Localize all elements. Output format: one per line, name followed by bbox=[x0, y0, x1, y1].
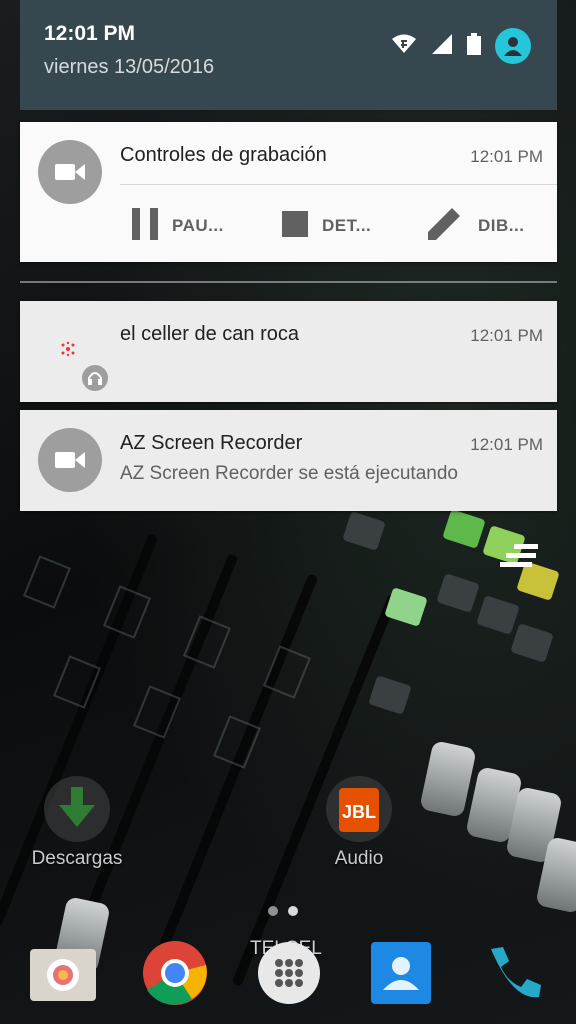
date: viernes 13/05/2016 bbox=[44, 56, 215, 78]
page-indicator bbox=[268, 906, 298, 916]
app-label: Descargas bbox=[31, 848, 123, 869]
app-label: Audio bbox=[334, 848, 384, 869]
video-camera-icon bbox=[38, 428, 102, 492]
camera-icon[interactable] bbox=[30, 940, 96, 1006]
notification-time: 12:01 PM bbox=[470, 435, 543, 454]
page-dot bbox=[268, 906, 278, 916]
user-avatar-icon[interactable] bbox=[495, 28, 531, 64]
video-camera-icon bbox=[38, 140, 102, 204]
pause-button[interactable]: PAU... bbox=[132, 204, 224, 248]
stop-label: DET... bbox=[322, 216, 372, 235]
battery-icon bbox=[467, 32, 481, 60]
divider bbox=[120, 184, 557, 185]
notification-recording-controls[interactable]: Controles de grabación 12:01 PM PAU... D… bbox=[20, 122, 557, 262]
notification-time: 12:01 PM bbox=[470, 326, 543, 345]
app-descargas[interactable]: Descargas bbox=[22, 776, 132, 870]
contacts-icon[interactable] bbox=[368, 940, 434, 1006]
svg-text:JBL: JBL bbox=[342, 802, 376, 822]
notification-title: AZ Screen Recorder bbox=[120, 432, 303, 454]
stop-button[interactable]: DET... bbox=[282, 204, 371, 248]
stop-icon bbox=[282, 210, 308, 242]
status-icons bbox=[391, 28, 531, 64]
notification-song[interactable]: el celler de can roca 12:01 PM bbox=[20, 301, 557, 402]
draw-label: DIB... bbox=[478, 216, 525, 235]
page-dot-active bbox=[288, 906, 298, 916]
notification-az-recorder[interactable]: AZ Screen Recorder 12:01 PM AZ Screen Re… bbox=[20, 410, 557, 511]
pencil-icon bbox=[424, 204, 464, 249]
notification-title: el celler de can roca bbox=[120, 323, 299, 345]
music-app-icon bbox=[60, 341, 76, 362]
headphones-icon bbox=[82, 365, 108, 391]
shade-handle-icon[interactable] bbox=[498, 544, 542, 579]
draw-button[interactable]: DIB... bbox=[424, 204, 524, 248]
quick-settings-header[interactable]: 12:01 PM viernes 13/05/2016 bbox=[20, 0, 557, 110]
chrome-icon[interactable] bbox=[142, 940, 208, 1006]
divider bbox=[20, 281, 557, 283]
notification-time: 12:01 PM bbox=[470, 147, 543, 166]
clock: 12:01 PM bbox=[44, 22, 136, 45]
pause-label: PAU... bbox=[172, 216, 224, 235]
app-audio[interactable]: JBL Audio bbox=[304, 776, 414, 870]
pause-icon bbox=[132, 207, 158, 245]
download-arrow-icon bbox=[44, 776, 110, 842]
phone-icon[interactable] bbox=[480, 940, 546, 1006]
notification-text: AZ Screen Recorder se está ejecutando bbox=[120, 463, 458, 484]
notification-title: Controles de grabación bbox=[120, 144, 327, 166]
wifi-icon bbox=[391, 33, 417, 60]
app-drawer-icon[interactable] bbox=[256, 940, 322, 1006]
signal-icon bbox=[431, 33, 453, 60]
jbl-speaker-icon: JBL bbox=[326, 776, 392, 842]
